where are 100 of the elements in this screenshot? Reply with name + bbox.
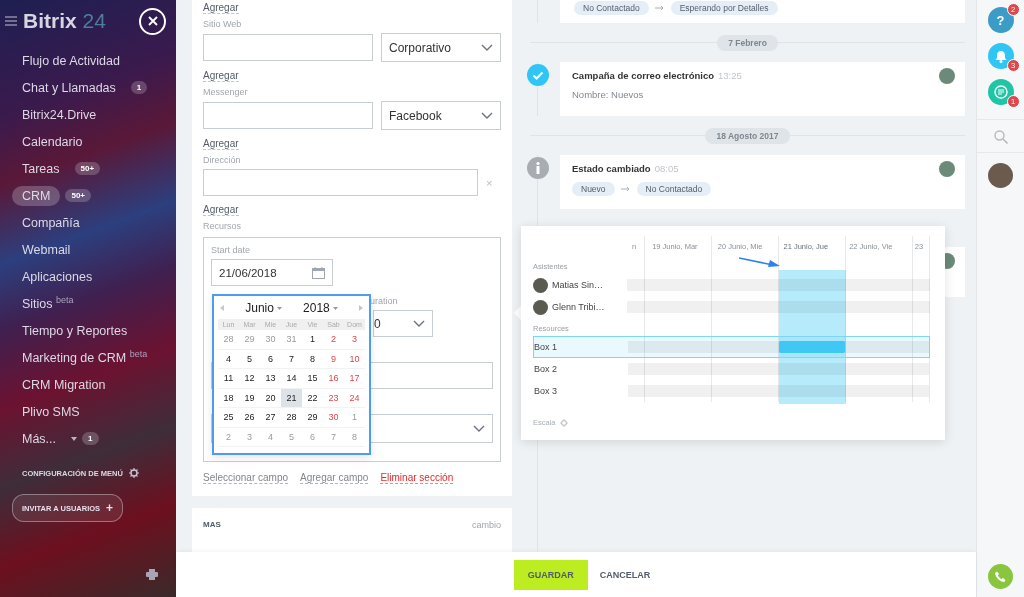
calendar-day[interactable]: 18 — [218, 388, 239, 407]
year-dropdown[interactable]: 2018 — [303, 301, 338, 315]
chat-button[interactable] — [987, 79, 1014, 105]
event-text: Nombre: Nuevos — [572, 89, 645, 100]
calendar-day[interactable]: 19 — [239, 388, 260, 407]
calendar-day[interactable]: 23 — [323, 388, 344, 407]
month-dropdown[interactable]: Junio — [245, 301, 282, 315]
event-title: Estado cambiado — [572, 163, 651, 174]
status-tag: Nuevo — [572, 182, 615, 196]
calendar-day[interactable]: 17 — [344, 369, 365, 388]
add-link[interactable]: Agregar — [203, 138, 239, 150]
calendar-icon[interactable] — [312, 266, 325, 279]
calendar-day[interactable]: 3 — [344, 330, 365, 349]
info-icon — [527, 157, 549, 179]
status-tag: Esperando por Detalles — [670, 1, 778, 15]
calendar-day[interactable]: 30 — [323, 408, 344, 427]
section-action-link[interactable]: Eliminar sección — [380, 472, 454, 484]
calendar-day[interactable]: 8 — [302, 349, 323, 368]
calendar-day[interactable]: 6 — [260, 349, 281, 368]
calendar-day[interactable]: 24 — [344, 388, 365, 407]
field-label: Messenger — [203, 87, 249, 97]
menu-item[interactable]: Chat y Llamadas — [12, 77, 126, 98]
search-icon[interactable] — [993, 130, 1008, 144]
select-field[interactable]: 0 — [373, 310, 433, 337]
calendar-day[interactable]: 4 — [218, 349, 239, 368]
menu-item[interactable]: Tiempo y Reportes — [12, 320, 138, 341]
menu-item[interactable]: Tareas — [12, 158, 70, 179]
calendar-day[interactable]: 12 — [239, 369, 260, 388]
menu-item[interactable]: Compañía — [12, 212, 90, 233]
menu-item[interactable]: Bitrix24.Drive — [12, 104, 107, 125]
calendar-day[interactable]: 26 — [239, 408, 260, 427]
calendar-day[interactable]: 13 — [260, 369, 281, 388]
previous-icon[interactable] — [220, 305, 224, 311]
calendar-day[interactable]: 15 — [302, 369, 323, 388]
bell-icon — [994, 49, 1007, 63]
calendar-day[interactable]: 28 — [281, 408, 302, 427]
logo: Bitrix 24 — [23, 9, 107, 33]
resource-row[interactable]: Box 1 — [533, 336, 930, 358]
menu-item[interactable]: Flujo de Actividad — [12, 50, 130, 71]
calendar-day[interactable]: 20 — [260, 388, 281, 407]
menu-item[interactable]: Aplicaciones — [12, 266, 103, 287]
close-icon — [147, 16, 158, 26]
caret-icon[interactable] — [71, 436, 78, 441]
field-label: Dirección — [203, 155, 242, 165]
calendar-day[interactable]: 11 — [218, 369, 239, 388]
calendar-day[interactable]: 2 — [323, 330, 344, 349]
field-label: Start date — [211, 245, 252, 255]
chevron-icon — [481, 44, 493, 51]
add-link[interactable]: Agregar — [203, 70, 239, 82]
calendar-day[interactable]: 7 — [281, 349, 302, 368]
user-avatar — [533, 277, 548, 293]
calendar-day[interactable]: 16 — [323, 369, 344, 388]
calendar-day[interactable]: 5 — [239, 349, 260, 368]
section-action-link[interactable]: Seleccionar campo — [203, 472, 289, 484]
caret-icon — [276, 306, 282, 310]
calendar-day[interactable]: 1 — [302, 330, 323, 349]
next-icon[interactable] — [359, 305, 363, 311]
save-button[interactable]: GUARDAR — [513, 559, 588, 590]
chevron-icon — [473, 425, 485, 432]
chevron-icon — [413, 320, 425, 327]
input-field[interactable] — [203, 102, 373, 129]
menu-item[interactable]: Sitios $^{beta}$ — [12, 292, 84, 315]
date-separator: 18 Agosto 2017 — [705, 127, 790, 144]
calendar-day[interactable]: 29 — [302, 408, 323, 427]
calendar-day[interactable]: 22 — [302, 388, 323, 407]
menu-item[interactable]: Marketing de CRM $^{beta}$ — [12, 346, 158, 369]
calendar-day[interactable]: 9 — [323, 349, 344, 368]
call-button[interactable] — [988, 564, 1013, 589]
counter-badge: 1 — [82, 432, 99, 445]
menu-item[interactable]: Más... — [12, 428, 67, 449]
close-button[interactable] — [139, 7, 166, 35]
add-link[interactable]: Agregar — [203, 2, 239, 14]
event-time: 13:25 — [718, 70, 742, 81]
menu-icon[interactable] — [5, 16, 17, 26]
menu-item[interactable]: Calendario — [12, 131, 93, 152]
event-title: Campaña de correo electrónico — [572, 70, 715, 81]
attendee-name: Glenn Tribi… — [552, 302, 605, 312]
menu-item[interactable]: CRM Migration — [12, 374, 116, 395]
menu-item[interactable]: Webmail — [12, 239, 81, 260]
menu-item[interactable]: CRM — [12, 185, 61, 206]
cancel-button[interactable]: CANCELAR — [599, 569, 651, 580]
notifications-button[interactable] — [987, 43, 1014, 69]
calendar-day[interactable]: 25 — [218, 408, 239, 427]
add-link[interactable]: Agregar — [203, 204, 239, 216]
field-label: Recursos — [203, 221, 242, 231]
calendar-day[interactable]: 14 — [281, 369, 302, 388]
resource-row[interactable]: Box 2 — [533, 358, 930, 380]
input-field[interactable] — [203, 169, 478, 196]
menu-item[interactable]: Plivo SMS — [12, 401, 90, 422]
calendar-day[interactable]: 10 — [344, 349, 365, 368]
date-field[interactable]: 21/06/2018 — [211, 259, 333, 286]
resource-row[interactable]: Box 3 — [533, 380, 930, 402]
event-time: 08:05 — [654, 163, 679, 174]
attendee-name: Matias Sin… — [552, 280, 604, 290]
calendar-day[interactable]: 27 — [260, 408, 281, 427]
input-field[interactable] — [203, 34, 373, 61]
user-avatar[interactable] — [988, 163, 1013, 188]
select-field[interactable]: Facebook — [381, 101, 501, 130]
select-field[interactable]: Corporativo — [381, 33, 501, 62]
section-action-link[interactable]: Agregar campo — [300, 472, 369, 484]
